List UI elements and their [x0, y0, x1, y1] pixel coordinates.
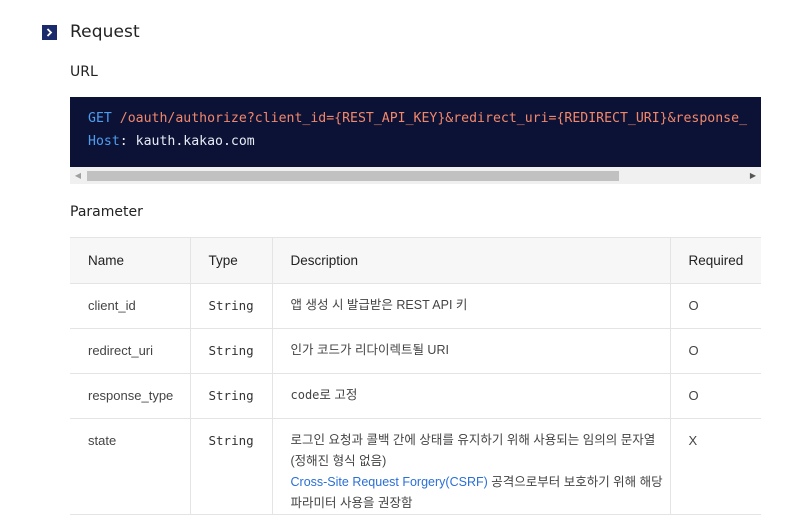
- csrf-link[interactable]: Cross-Site Request Forgery(CSRF): [291, 475, 488, 489]
- url-title: URL: [70, 64, 98, 80]
- description-line: 파라미터 사용을 권장함: [290, 496, 413, 510]
- request-path: /oauth/authorize?client_id={REST_API_KEY…: [119, 111, 748, 126]
- param-required: O: [670, 328, 761, 374]
- param-description: 로그인 요청과 콜백 간에 상태를 유지하기 위해 사용되는 임의의 문자열 (…: [272, 418, 671, 515]
- http-method: GET: [88, 111, 112, 126]
- horizontal-scrollbar[interactable]: ◀ ▶: [70, 167, 761, 184]
- param-type: String: [190, 283, 273, 329]
- param-required: O: [670, 373, 761, 419]
- table-row: redirect_uri String 인가 코드가 리다이렉트될 URI O: [70, 328, 761, 374]
- description-line: Cross-Site Request Forgery(CSRF) 공격으로부터 …: [291, 472, 670, 493]
- code-line-host: Host: kauth.kakao.com: [88, 134, 255, 149]
- header-name: Name: [70, 237, 191, 284]
- param-description: 앱 생성 시 발급받은 REST API 키: [272, 283, 671, 329]
- param-type: String: [190, 328, 273, 374]
- section-header: Request: [42, 22, 140, 42]
- scroll-thumb[interactable]: [87, 171, 619, 181]
- code-block: GET /oauth/authorize?client_id={REST_API…: [70, 97, 761, 167]
- parameter-table: Name Type Description Required client_id…: [70, 237, 761, 515]
- param-name: response_type: [70, 373, 191, 419]
- description-text: 로 고정: [319, 388, 358, 402]
- description-line: 로그인 요청과 콜백 간에 상태를 유지하기 위해 사용되는 임의의 문자열: [290, 433, 656, 447]
- parameter-title: Parameter: [70, 204, 143, 220]
- table-row: state String 로그인 요청과 콜백 간에 상태를 유지하기 위해 사…: [70, 418, 761, 515]
- param-name: redirect_uri: [70, 328, 191, 374]
- param-name: state: [70, 418, 191, 515]
- param-description: 인가 코드가 리다이렉트될 URI: [272, 328, 671, 374]
- host-value: kauth.kakao.com: [135, 134, 255, 149]
- inline-code: code: [290, 388, 320, 402]
- scroll-right-icon[interactable]: ▶: [745, 167, 761, 184]
- description-line: (정해진 형식 없음): [290, 454, 387, 468]
- host-separator: :: [119, 134, 136, 149]
- param-description: code로 고정: [272, 373, 671, 419]
- table-row: response_type String code로 고정 O: [70, 373, 761, 419]
- param-name: client_id: [70, 283, 191, 329]
- param-type: String: [190, 373, 273, 419]
- code-line-request: GET /oauth/authorize?client_id={REST_API…: [88, 111, 747, 126]
- param-required: X: [670, 418, 761, 515]
- table-row: client_id String 앱 생성 시 발급받은 REST API 키 …: [70, 283, 761, 329]
- host-key: Host: [88, 134, 120, 149]
- header-type: Type: [190, 237, 273, 284]
- param-type: String: [190, 418, 273, 515]
- param-required: O: [670, 283, 761, 329]
- header-required: Required: [670, 237, 761, 284]
- description-text: 공격으로부터 보호하기 위해 해당: [487, 475, 663, 489]
- table-header-row: Name Type Description Required: [70, 237, 761, 284]
- header-description: Description: [272, 237, 671, 284]
- chevron-right-icon: [42, 24, 57, 40]
- scroll-left-icon[interactable]: ◀: [70, 167, 86, 184]
- section-title: Request: [70, 22, 140, 42]
